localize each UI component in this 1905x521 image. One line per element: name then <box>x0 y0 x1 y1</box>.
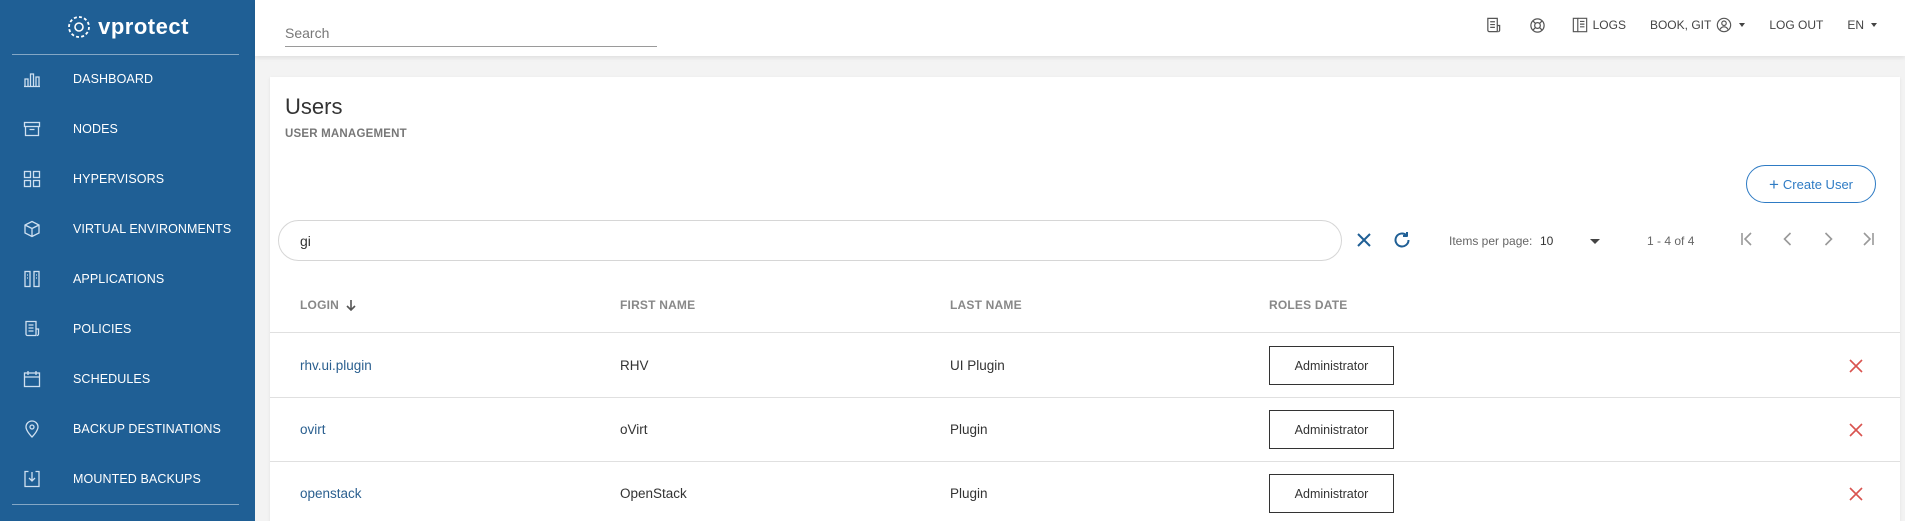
sidebar-item-policies[interactable]: POLICIES <box>0 304 255 354</box>
language-menu[interactable]: EN <box>1847 18 1877 32</box>
location-pin-icon <box>22 419 42 439</box>
sidebar-item-backup-destinations[interactable]: BACKUP DESTINATIONS <box>0 404 255 454</box>
page-title: Users <box>285 94 343 119</box>
next-page-icon[interactable] <box>1816 227 1840 251</box>
receipt-icon[interactable] <box>1484 15 1504 35</box>
logout-link[interactable]: LOG OUT <box>1769 18 1823 32</box>
lifebuoy-icon[interactable] <box>1528 15 1548 35</box>
app-columns-icon <box>22 269 42 289</box>
plus-icon: + <box>1768 174 1779 194</box>
archive-box-icon <box>22 119 42 139</box>
first-name-cell: OpenStack <box>620 486 687 501</box>
sidebar-item-label: DASHBOARD <box>73 72 154 86</box>
login-link[interactable]: rhv.ui.plugin <box>300 358 372 373</box>
logo-text: vprotect <box>98 14 189 39</box>
column-header-login[interactable]: LOGIN <box>300 298 357 312</box>
login-link[interactable]: openstack <box>300 486 362 501</box>
items-per-page-label: Items per page: <box>1449 234 1533 248</box>
users-card: Users USER MANAGEMENT + Create User Item… <box>270 77 1900 521</box>
table-row: ovirt oVirt Plugin Administrator <box>270 398 1900 462</box>
logo[interactable]: vprotect <box>0 0 255 54</box>
logs-link[interactable]: LOGS <box>1572 17 1626 33</box>
sidebar-item-applications[interactable]: APPLICATIONS <box>0 254 255 304</box>
role-button[interactable]: Administrator <box>1269 410 1394 449</box>
first-page-icon[interactable] <box>1735 227 1759 251</box>
refresh-icon[interactable] <box>1391 229 1413 251</box>
top-actions: LOGS BOOK, GIT LOG OUT EN <box>1460 0 1877 50</box>
column-header-first-name[interactable]: FIRST NAME <box>620 298 695 312</box>
language-label: EN <box>1847 18 1864 32</box>
first-name-cell: oVirt <box>620 422 648 437</box>
role-button[interactable]: Administrator <box>1269 474 1394 513</box>
sidebar-item-label: SCHEDULES <box>73 372 151 386</box>
sidebar-item-dashboard[interactable]: DASHBOARD <box>0 54 255 104</box>
previous-page-icon[interactable] <box>1776 227 1800 251</box>
sidebar-item-label: HYPERVISORS <box>73 172 165 186</box>
caret-down-icon <box>1871 23 1877 27</box>
pagination-range: 1 - 4 of 4 <box>1647 234 1695 248</box>
user-name: BOOK, GIT <box>1649 18 1712 32</box>
divider <box>12 504 239 505</box>
delete-icon[interactable] <box>1849 487 1863 501</box>
bar-chart-icon <box>22 69 42 89</box>
sidebar-item-label: POLICIES <box>73 322 132 336</box>
sort-down-arrow-icon <box>345 299 357 312</box>
topbar: LOGS BOOK, GIT LOG OUT EN <box>255 0 1905 56</box>
create-user-label: Create User <box>1782 176 1853 192</box>
calendar-icon <box>22 369 42 389</box>
logout-label: LOG OUT <box>1769 18 1824 32</box>
first-name-cell: RHV <box>620 358 649 373</box>
column-header-last-name[interactable]: LAST NAME <box>950 298 1022 312</box>
cube-icon <box>22 219 42 239</box>
user-icon <box>1717 17 1732 33</box>
table-header: LOGIN FIRST NAME LAST NAME ROLES DATE <box>270 276 1900 333</box>
table-row: rhv.ui.plugin RHV UI Plugin Administrato… <box>270 334 1900 398</box>
download-box-icon <box>22 469 42 489</box>
search-field <box>285 20 657 47</box>
grid-icon <box>22 169 42 189</box>
column-header-roles-date[interactable]: ROLES DATE <box>1269 298 1347 312</box>
search-input[interactable] <box>285 20 657 46</box>
sidebar-item-mounted-backups[interactable]: MOUNTED BACKUPS <box>0 454 255 504</box>
filter-field <box>278 220 1342 261</box>
last-name-cell: Plugin <box>950 486 988 501</box>
receipt-icon <box>22 319 42 339</box>
dropdown-arrow-icon <box>1590 238 1600 244</box>
sidebar-item-virtual-environments[interactable]: VIRTUAL ENVIRONMENTS <box>0 204 255 254</box>
clear-filter-icon[interactable] <box>1353 229 1375 251</box>
items-per-page-value: 10 <box>1540 234 1554 248</box>
sidebar-item-label: MOUNTED BACKUPS <box>73 472 201 486</box>
page-subtitle: USER MANAGEMENT <box>285 128 407 140</box>
delete-icon[interactable] <box>1849 423 1863 437</box>
login-link[interactable]: ovirt <box>300 422 326 437</box>
delete-icon[interactable] <box>1849 359 1863 373</box>
logs-label: LOGS <box>1592 18 1626 32</box>
caret-down-icon <box>1739 23 1746 27</box>
column-label: LOGIN <box>300 298 339 312</box>
sidebar-item-label: NODES <box>73 122 118 136</box>
sidebar-item-label: APPLICATIONS <box>73 272 165 286</box>
sidebar-item-label: BACKUP DESTINATIONS <box>73 422 221 436</box>
vprotect-logo-icon <box>68 16 90 38</box>
filter-input[interactable] <box>279 221 1341 260</box>
sidebar-item-schedules[interactable]: SCHEDULES <box>0 354 255 404</box>
sidebar-nav: DASHBOARD NODES HYPERVISORS VIRTUAL ENVI… <box>0 54 255 504</box>
sidebar-item-nodes[interactable]: NODES <box>0 104 255 154</box>
sidebar-item-hypervisors[interactable]: HYPERVISORS <box>0 154 255 204</box>
sidebar-item-label: VIRTUAL ENVIRONMENTS <box>73 222 232 236</box>
last-name-cell: UI Plugin <box>950 358 1005 373</box>
last-page-icon[interactable] <box>1856 227 1880 251</box>
last-name-cell: Plugin <box>950 422 988 437</box>
user-menu[interactable]: BOOK, GIT <box>1649 17 1746 33</box>
items-per-page-select[interactable]: 10 <box>1540 231 1600 251</box>
table-row: openstack OpenStack Plugin Administrator <box>270 462 1900 521</box>
sidebar: vprotect DASHBOARD NODES HYPERVISORS VIR… <box>0 0 255 521</box>
logs-icon <box>1572 17 1587 33</box>
create-user-button[interactable]: + Create User <box>1746 165 1876 203</box>
role-button[interactable]: Administrator <box>1269 346 1394 385</box>
